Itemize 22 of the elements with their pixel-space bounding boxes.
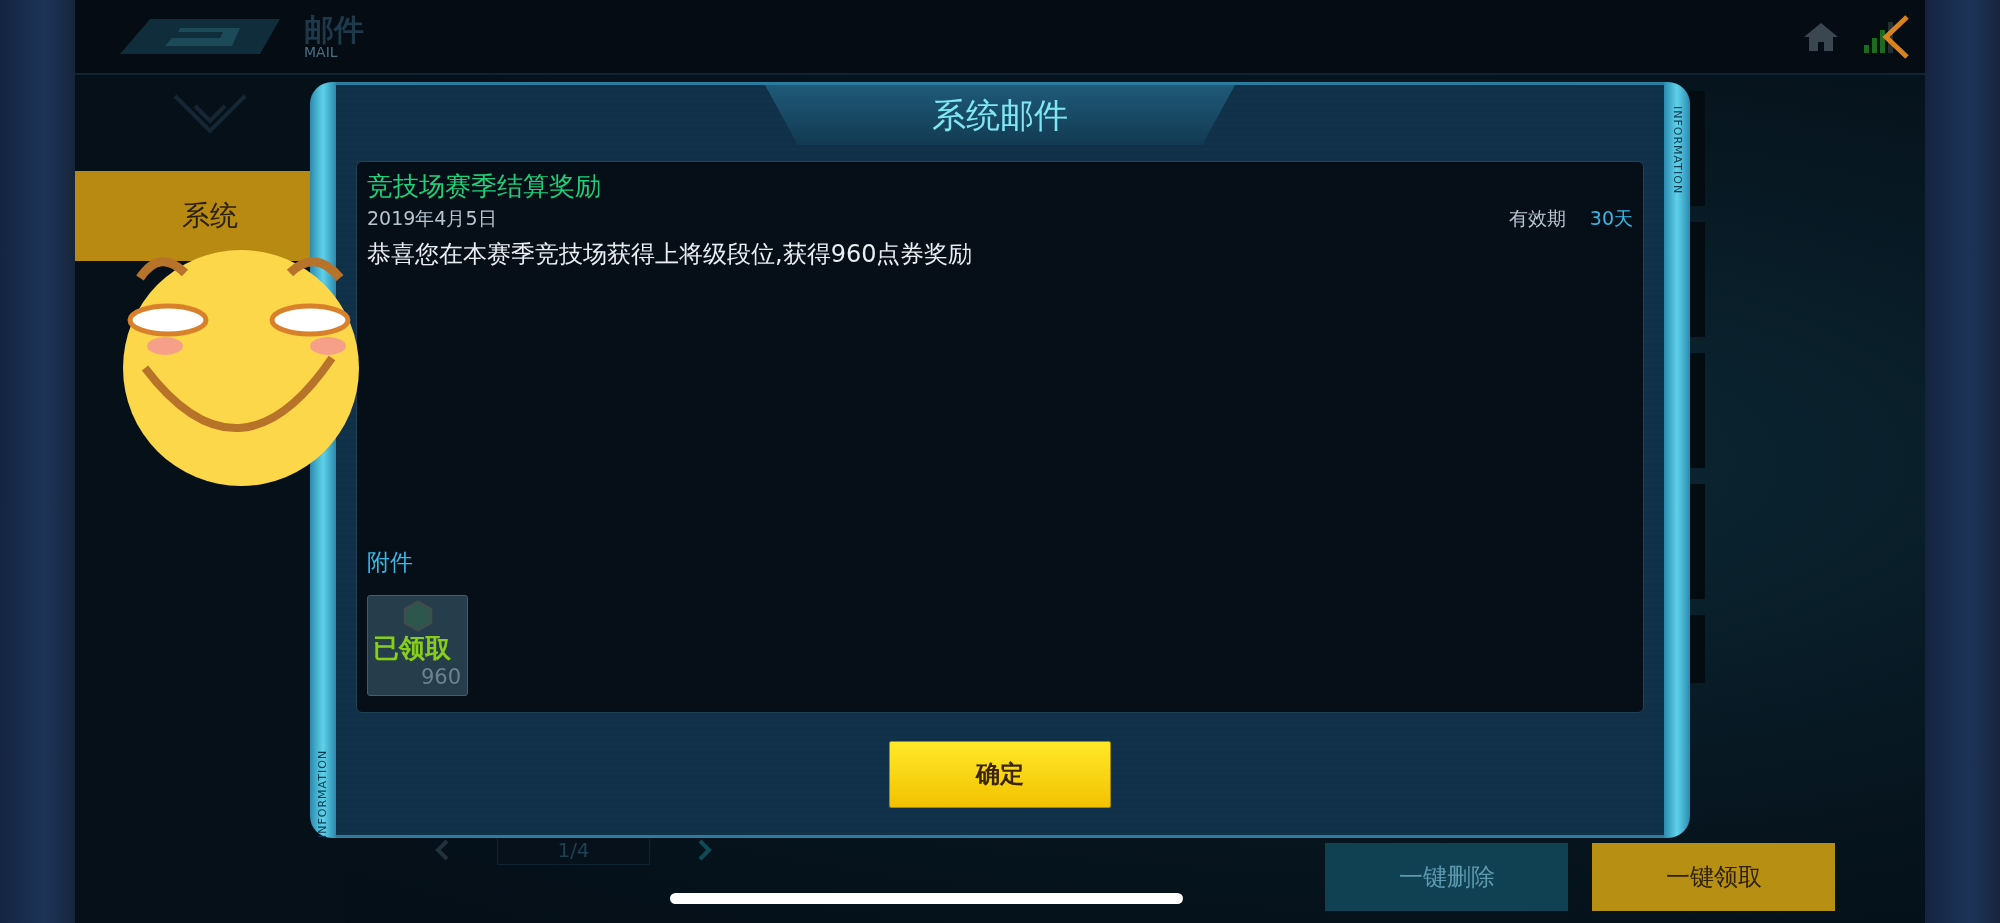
mail-body: 恭喜您在本赛季竞技场获得上将级段位,获得960点券奖励	[367, 239, 974, 271]
page-subtitle: MAIL	[304, 44, 338, 59]
validity-label: 有效期	[1508, 205, 1566, 231]
mail-subject: 竞技场赛季结算奖励	[367, 170, 602, 203]
previous-page-icon[interactable]	[435, 839, 449, 861]
claimed-label: 已领取	[373, 634, 451, 663]
next-page-icon[interactable]	[698, 839, 712, 861]
hexagon-icon	[402, 600, 434, 632]
side-label: INFORMATION	[1670, 106, 1686, 197]
claim-all-button[interactable]: 一键领取	[1592, 843, 1835, 911]
side-label: INFORMATION	[314, 748, 330, 838]
attachments-label: 附件	[367, 547, 414, 577]
dialog-title: 系统邮件	[932, 93, 1068, 137]
validity-value: 30天	[1589, 205, 1633, 231]
attachment-slot[interactable]: 已领取 960	[367, 595, 468, 696]
home-icon[interactable]	[1802, 20, 1840, 53]
back-icon[interactable]	[1882, 13, 1910, 60]
home-indicator[interactable]	[670, 893, 1183, 904]
item-count: 960	[420, 663, 461, 691]
mail-date: 2019年4月5日	[367, 205, 497, 231]
delete-all-button[interactable]: 一键删除	[1325, 843, 1568, 911]
confirm-button[interactable]: 确定	[889, 740, 1111, 808]
